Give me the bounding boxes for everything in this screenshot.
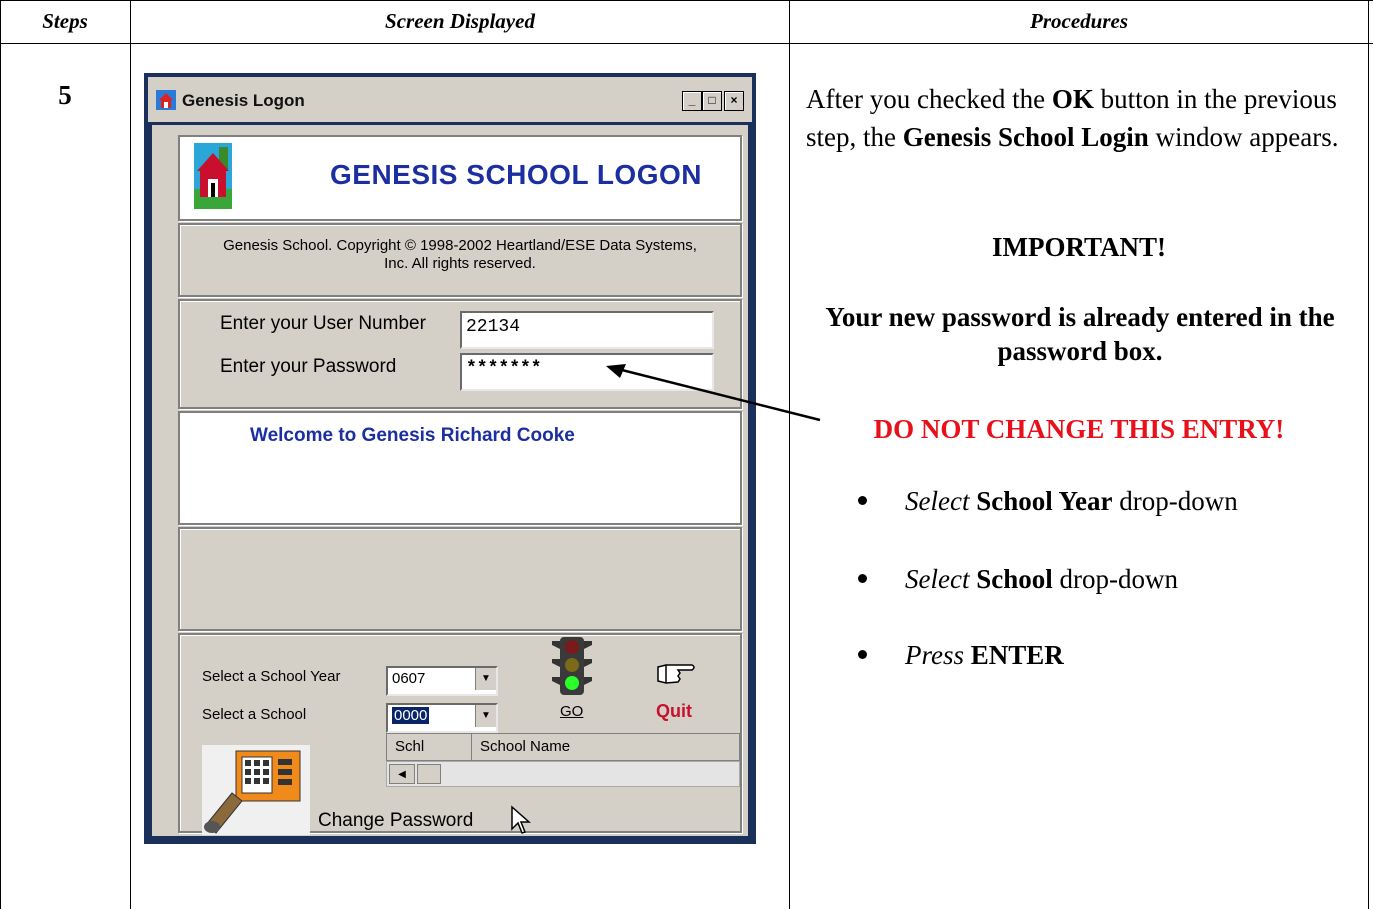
scroll-left-icon[interactable]: ◀ (389, 764, 415, 784)
chevron-down-icon[interactable]: ▼ (475, 668, 496, 690)
intro-text-1: After you checked the (806, 84, 1052, 114)
traffic-light-icon[interactable] (552, 635, 592, 697)
title-bar: Genesis Logon _ □ × (148, 77, 752, 122)
password-note: Your new password is already entered in … (825, 302, 1335, 366)
password-label: Enter your Password (220, 356, 397, 377)
bullet-school-year: Select School Year drop-down (858, 482, 1238, 520)
intro-ok-bold: OK (1051, 84, 1094, 114)
bullet-press-enter: Press ENTER (858, 636, 1064, 674)
school-year-select[interactable]: 0607 ▼ (386, 666, 498, 696)
house-icon (194, 143, 232, 209)
user-number-label: Enter your User Number (220, 313, 426, 334)
bullet-2-verb: Select (905, 564, 970, 594)
warning-text: DO NOT CHANGE THIS ENTRY! (873, 414, 1285, 444)
school-select[interactable]: 0000 ▼ (386, 703, 498, 733)
bullet-school: Select School drop-down (858, 560, 1178, 598)
procedure-intro: After you checked the OK button in the p… (806, 80, 1356, 156)
intro-text-3: window appears. (1148, 122, 1339, 152)
school-year-value: 0607 (392, 670, 426, 687)
bullet-3-bold: ENTER (970, 640, 1064, 670)
window-client: GENESIS SCHOOL LOGON Genesis School. Cop… (152, 125, 748, 836)
table-left-border (0, 0, 1, 909)
list-horizontal-scrollbar[interactable]: ◀ (386, 761, 740, 787)
genesis-logon-window: Genesis Logon _ □ × GENESIS SCHOOL LOGON (144, 73, 756, 844)
copyright-text: Genesis School. Copyright © 1998-2002 He… (223, 237, 697, 272)
keypad-icon[interactable] (202, 745, 310, 835)
header-steps: Steps (42, 9, 88, 33)
window-title: Genesis Logon (182, 91, 305, 110)
pointing-hand-icon[interactable] (656, 659, 696, 689)
bullet-3-verb: Press (905, 640, 964, 670)
mouse-cursor-icon (510, 805, 532, 835)
list-header-school-name[interactable]: School Name (471, 733, 740, 761)
table-top-border (0, 0, 1373, 1)
bullet-icon (858, 496, 867, 506)
controls-panel: Select a School Year 0607 ▼ Select a Sch… (178, 633, 742, 835)
bullet-1-bold: School Year (976, 486, 1113, 516)
change-password-link[interactable]: Change Password (318, 810, 473, 832)
table-header-divider (0, 43, 1373, 44)
banner-panel: GENESIS SCHOOL LOGON (178, 135, 742, 221)
bullet-1-verb: Select (905, 486, 970, 516)
app-icon (156, 90, 176, 110)
school-year-label: Select a School Year (202, 668, 341, 685)
message-panel (178, 527, 742, 631)
intro-login-bold: Genesis School Login (902, 122, 1149, 152)
chevron-down-icon[interactable]: ▼ (475, 705, 496, 727)
bullet-2-bold: School (976, 564, 1053, 594)
copyright-panel: Genesis School. Copyright © 1998-2002 He… (178, 223, 742, 297)
table-right-border (1368, 0, 1369, 909)
bullet-icon (858, 574, 867, 584)
bullet-icon (858, 650, 867, 660)
header-screen-displayed: Screen Displayed (385, 9, 535, 33)
banner-title: GENESIS SCHOOL LOGON (330, 159, 702, 190)
bullet-1-rest: drop-down (1112, 486, 1238, 516)
important-heading: IMPORTANT! (991, 232, 1167, 262)
minimize-button[interactable]: _ (682, 91, 702, 111)
scroll-thumb[interactable] (417, 764, 441, 784)
maximize-button[interactable]: □ (702, 91, 722, 111)
go-button[interactable]: GO (560, 703, 583, 720)
welcome-text: Welcome to Genesis Richard Cooke (250, 425, 575, 446)
school-value: 0000 (392, 707, 430, 724)
list-header-schl[interactable]: Schl (386, 733, 472, 761)
user-number-input[interactable]: 22134 (460, 311, 714, 349)
table-col-divider-1 (130, 0, 131, 909)
quit-button[interactable]: Quit (656, 701, 692, 722)
close-button[interactable]: × (724, 91, 744, 111)
step-number: 5 (58, 80, 72, 110)
header-procedures: Procedures (1030, 9, 1128, 33)
school-label: Select a School (202, 706, 307, 723)
bullet-2-rest: drop-down (1052, 564, 1178, 594)
table-col-divider-2 (789, 0, 790, 909)
